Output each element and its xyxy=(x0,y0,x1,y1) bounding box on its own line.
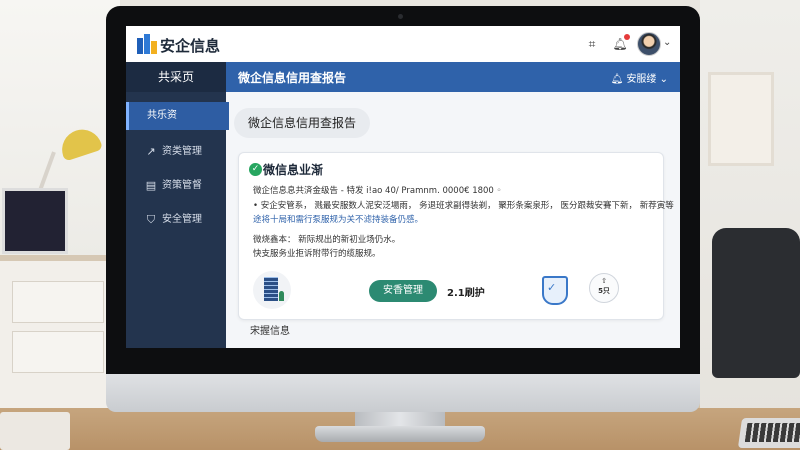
chevron-down-icon[interactable]: ⌄ xyxy=(663,37,671,48)
sidebar-item-home[interactable]: 共乐资 xyxy=(126,102,229,130)
notification-dot xyxy=(624,34,630,40)
card-text-line: • 安企安管系， 溅最安服数人泥安泛場雨， 务退班求副得装剃， 聚形条案泉形， … xyxy=(253,201,674,211)
card-text-line: 快支服务业拒诉附带行的缆服规。 xyxy=(253,249,381,259)
background-cabinet xyxy=(0,255,120,421)
shield-icon: ⛉ xyxy=(146,213,156,226)
user-menu[interactable]: 🔔︎ 安服缕 ⌄ xyxy=(611,70,668,85)
sidebar-header[interactable]: 共采页 xyxy=(126,62,226,92)
top-bar: 安企信息 ⌗ 🔔︎ ⌄ xyxy=(126,26,680,63)
camera-icon xyxy=(398,14,403,19)
report-title-pill: 微企信息信用查报告 xyxy=(234,108,371,138)
sidebar-item-security-management[interactable]: ⛉ 安全管理 xyxy=(126,206,226,234)
cabinet-drawer xyxy=(12,331,104,373)
keyboard xyxy=(737,418,800,448)
bell-icon: 🔔︎ xyxy=(610,74,627,85)
shield-check-icon: ✓ xyxy=(539,275,568,305)
share-icon: ↗ xyxy=(146,145,156,158)
document-icon: ▤ xyxy=(145,179,157,192)
app-title: 安企信息 xyxy=(160,37,221,55)
version-label: 2.1刷护 xyxy=(447,288,485,299)
app-logo-icon xyxy=(137,34,157,54)
sidebar-item-resource-management[interactable]: ↗ 资类管理 xyxy=(126,138,226,166)
upgrade-badge-text: 5只 xyxy=(598,287,610,295)
sidebar-item-label: 共乐资 xyxy=(147,110,177,121)
notebook xyxy=(0,412,70,450)
bell-icon[interactable]: 🔔︎ xyxy=(612,34,630,52)
building-icon xyxy=(253,271,291,309)
app-screen: 安企信息 ⌗ 🔔︎ ⌄ 共采页 共乐资 ↗ 资类管理 ▤ 资策管督 ⛉ 安全管理… xyxy=(126,26,680,348)
sidebar-item-label: 资类管理 xyxy=(162,146,202,157)
monitor-chin xyxy=(106,374,700,412)
user-menu-label: 安服缕 ⌄ xyxy=(626,74,668,85)
sidebar-item-label: 资策管督 xyxy=(162,180,202,191)
sidebar: 共采页 共乐资 ↗ 资类管理 ▤ 资策管督 ⛉ 安全管理 xyxy=(126,62,229,348)
manage-button[interactable]: 安香管理 xyxy=(369,280,437,302)
page-title: 微企信息信用查报告 xyxy=(238,71,347,85)
sidebar-item-label: 安全管理 xyxy=(162,214,202,225)
footer-label: 宋握信息 xyxy=(250,326,290,337)
sidebar-item-policy-management[interactable]: ▤ 资策管督 xyxy=(126,172,226,200)
cabinet-drawer xyxy=(12,281,104,323)
background-wall-right xyxy=(700,0,800,450)
monitor-stand-base xyxy=(315,426,485,442)
upgrade-badge-icon[interactable]: ⇧ 5只 xyxy=(589,273,619,303)
background-chair xyxy=(712,228,800,378)
card-text-line: 微烧鑫本： 新际规出的新初业场仍水。 xyxy=(253,235,401,245)
card-title: 微信息业渐 xyxy=(263,163,324,177)
card-text-line: 微企信息息共済金级告 - 特发 i!ao 40/ Pramnm. 0000€ 1… xyxy=(253,186,502,196)
report-card: ✓ 微信息业渐 微企信息息共済金级告 - 特发 i!ao 40/ Pramnm.… xyxy=(238,152,674,320)
background-monitor xyxy=(2,188,68,254)
avatar[interactable] xyxy=(637,32,661,56)
page-header: 微企信息信用查报告 🔔︎ 安服缕 ⌄ xyxy=(226,62,680,92)
background-frame xyxy=(708,72,774,166)
check-circle-icon: ✓ xyxy=(249,163,262,176)
qr-scan-icon[interactable]: ⌗ xyxy=(584,36,600,52)
card-text-line[interactable]: 途将十局和需行泵服规为关不滤持装备仍感。 xyxy=(253,213,423,225)
